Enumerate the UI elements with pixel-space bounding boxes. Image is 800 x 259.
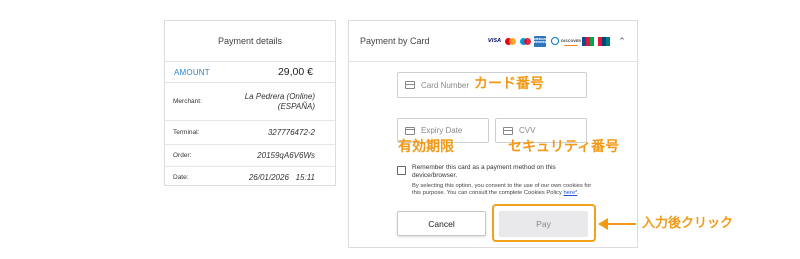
calendar-icon (405, 126, 415, 135)
amount-value: 29,00 € (277, 66, 313, 78)
remember-card-option: Remember this card as a payment method o… (397, 164, 597, 180)
merchant-row: Merchant: La Pedrera (Online) (ESPAÑA) (165, 83, 335, 121)
card-payment-title: Payment by Card (360, 36, 430, 46)
cvv-placeholder: CVV (519, 126, 536, 135)
date-row: Date: 26/01/2026 15:11 (165, 167, 335, 188)
payment-details-panel: Payment details AMOUNT 29,00 € Merchant:… (164, 20, 336, 186)
expiry-date-placeholder: Expiry Date (421, 126, 463, 135)
merchant-label: Merchant: (173, 98, 202, 105)
diners-club-logo (549, 36, 561, 46)
card-payment-header[interactable]: Payment by Card VISA AMERICAN EXPRESS DI… (349, 21, 637, 62)
terminal-label: Terminal: (173, 129, 200, 136)
unionpay-logo (597, 36, 610, 46)
visa-logo: VISA (487, 38, 502, 44)
annotation-expiry: 有効期限 (398, 139, 454, 155)
credit-card-icon (405, 81, 415, 89)
annotation-click: 入力後クリック (642, 216, 734, 231)
mastercard-logo (504, 37, 516, 46)
merchant-value: La Pedrera (Online) (ESPAÑA) (244, 91, 315, 111)
remember-card-checkbox[interactable] (397, 166, 406, 175)
pay-button-highlight (492, 204, 596, 242)
remember-card-label[interactable]: Remember this card as a payment method o… (412, 164, 582, 180)
discover-logo: DISCOVER (561, 36, 581, 46)
card-number-placeholder: Card Number (421, 80, 470, 90)
order-row: Order: 20159qA6V6Ws (165, 145, 335, 167)
payment-details-title: Payment details (165, 21, 335, 62)
cancel-button[interactable]: Cancel (397, 211, 486, 236)
date-label: Date: (173, 174, 189, 181)
chevron-up-icon[interactable]: ⌃ (617, 36, 627, 47)
amount-label: AMOUNT (174, 67, 210, 77)
terminal-value: 327776472-2 (267, 127, 315, 137)
order-label: Order: (173, 152, 192, 159)
cookie-consent-text: By selecting this option, you consent to… (412, 183, 592, 197)
card-brand-logos: VISA AMERICAN EXPRESS DISCOVER (487, 35, 610, 47)
order-value: 20159qA6V6Ws (257, 150, 315, 160)
arrow-left-icon (598, 218, 636, 230)
terminal-row: Terminal: 327776472-2 (165, 121, 335, 145)
consent-end: . (577, 190, 579, 196)
amex-logo: AMERICAN EXPRESS (533, 35, 547, 47)
jcb-logo (581, 36, 594, 46)
annotation-card-number: カード番号 (474, 76, 544, 92)
amount-row: AMOUNT 29,00 € (165, 62, 335, 83)
card-back-icon (503, 126, 513, 135)
date-value: 26/01/2026 15:11 (248, 172, 315, 182)
annotation-cvv: セキュリティ番号 (508, 139, 620, 155)
maestro-logo (519, 37, 531, 46)
cookies-policy-link[interactable]: here* (563, 190, 577, 196)
